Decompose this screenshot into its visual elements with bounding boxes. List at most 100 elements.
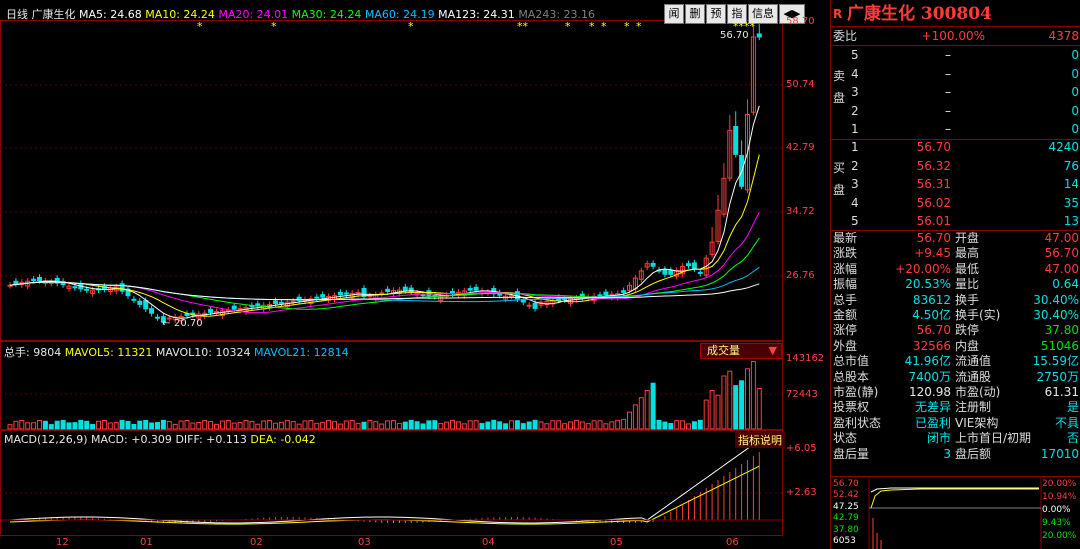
- signal-star: **: [517, 20, 528, 33]
- stat-value: 41.96亿: [904, 354, 951, 369]
- volume-indicator-dropdown[interactable]: 成交量 ▼: [700, 343, 782, 359]
- volume-bar: [385, 420, 391, 430]
- sell-price: –: [945, 48, 951, 62]
- stat-label: 内盘: [955, 338, 980, 353]
- volume-bar: [402, 421, 408, 430]
- stat-label: 总市值: [833, 354, 870, 369]
- sell-price: –: [945, 85, 951, 100]
- volume-bar: [733, 385, 739, 430]
- stat-value: 30.40%: [1033, 308, 1079, 322]
- volume-bar: [231, 422, 237, 430]
- stat-value: 已盈利: [914, 415, 951, 430]
- signal-star: *: [271, 20, 277, 33]
- buy-level-row[interactable]: 4 56.02 35: [831, 194, 1080, 212]
- sell-level-row[interactable]: 4 – 0: [831, 65, 1080, 83]
- mini-left-tick: 37.80: [833, 524, 859, 535]
- candle-body: [214, 311, 219, 314]
- buy-level-row[interactable]: 2 56.32 76: [831, 157, 1080, 175]
- macd-tick: +6.05: [786, 443, 817, 454]
- kline-chart-area[interactable]: 日线 广康生化 MA5: 24.68 MA10: 24.24 MA20: 24.…: [0, 0, 829, 549]
- volume-bar: [638, 397, 644, 430]
- price-tick: 50.74: [786, 79, 815, 90]
- volume-bar: [438, 422, 444, 430]
- stat-value: 51046: [1040, 338, 1079, 353]
- volume-bar: [314, 422, 320, 430]
- mini-right-tick: 0.00%: [1042, 505, 1071, 515]
- candle-body: [208, 308, 214, 313]
- weibi-diff: 4378: [1048, 29, 1079, 43]
- volume-bar: [544, 423, 550, 430]
- stat-row: 盘后量 3 盘后额 17010: [831, 447, 1080, 462]
- volume-bar: [509, 420, 514, 430]
- volume-bar: [101, 419, 107, 430]
- stat-label: 换手(实): [955, 308, 1001, 322]
- dea-value: DEA: -0.042: [250, 433, 316, 446]
- sell-level-row[interactable]: 2 – 0: [831, 102, 1080, 120]
- stat-label: 跌停: [955, 323, 980, 338]
- volume-bar: [674, 420, 680, 430]
- stat-label: 盈利状态: [833, 415, 882, 430]
- volume-bar: [178, 420, 184, 430]
- sell-level-row[interactable]: 5 – 0: [831, 46, 1080, 64]
- volume-bar: [450, 419, 455, 430]
- stat-label: 盘后量: [833, 446, 870, 461]
- volume-bar: [267, 420, 273, 430]
- volume-bar: [19, 419, 25, 430]
- quote-panel: R 广康生化 300804 委比 +100.00% 4378 卖盘 5–0 4–0…: [830, 0, 1080, 549]
- volume-bar: [721, 375, 727, 430]
- volume-bar: [125, 420, 131, 430]
- volume-bar: [143, 419, 149, 430]
- alert-button[interactable]: 预: [706, 4, 726, 24]
- stat-label: 市盈(静): [833, 385, 879, 399]
- macd-legend: MACD(12,26,9) MACD: +0.309 DIFF: +0.113 …: [4, 433, 316, 446]
- sell-level-row[interactable]: 3 – 0: [831, 83, 1080, 101]
- low-price-marker: 20.70: [174, 318, 203, 329]
- buy-volume: 4240: [1048, 140, 1079, 154]
- candle-body: [385, 288, 391, 292]
- volume-bar: [326, 419, 332, 430]
- volume-bar: [550, 420, 556, 430]
- buy-level-row[interactable]: 3 56.31 14: [831, 175, 1080, 193]
- intraday-mini-chart[interactable]: 56.70 52.42 47.25 42.79 37.80 6053 20.00% 10.9…: [831, 478, 1080, 549]
- volume-bar: [208, 421, 214, 430]
- volume-bar: [467, 420, 473, 430]
- volume-bar: [72, 422, 78, 430]
- candle-body: [143, 299, 149, 310]
- volume-bar: [414, 421, 420, 430]
- candle-body: [597, 294, 603, 297]
- stat-label: 总股本: [833, 369, 870, 384]
- volume-bar: [42, 420, 48, 430]
- candle-body: [509, 295, 514, 298]
- volume-bar: [396, 422, 402, 430]
- buy-level-row[interactable]: 1 56.70 4240: [831, 138, 1080, 156]
- volume-bar: [391, 420, 396, 430]
- candle-body: [691, 262, 697, 270]
- news-button[interactable]: 闻: [664, 4, 684, 24]
- volume-bar: [273, 422, 278, 430]
- volume-bar: [60, 419, 66, 430]
- volume-dropdown-label: 成交量: [707, 344, 740, 357]
- sell-level-row[interactable]: 1 – 0: [831, 120, 1080, 138]
- mini-right-tick: 20.00%: [1042, 479, 1077, 489]
- buy-level: 4: [851, 195, 859, 210]
- signal-star: *: [565, 20, 571, 33]
- delete-button[interactable]: 删: [685, 4, 705, 24]
- volume-bar: [568, 421, 573, 430]
- candle-body: [621, 290, 627, 293]
- stat-row: 涨停 56.70 跌停 37.80: [831, 323, 1080, 338]
- signal-star: *: [589, 20, 595, 33]
- candle-body: [72, 286, 78, 289]
- stat-label: 涨跌: [833, 246, 858, 261]
- stat-value: 56.70: [1044, 246, 1079, 261]
- stat-value: 20.53%: [905, 277, 951, 292]
- buy-price: 56.01: [916, 214, 951, 229]
- candle-body: [756, 33, 762, 38]
- chart-canvas[interactable]: [0, 0, 829, 549]
- buy-volume: 14: [1063, 177, 1079, 192]
- stat-label: 最高: [955, 246, 980, 261]
- indicator-help-button[interactable]: 指标说明: [735, 432, 785, 448]
- buy-level-row[interactable]: 5 56.01 13: [831, 212, 1080, 230]
- month-tick: 02: [250, 537, 263, 548]
- candle-body: [603, 291, 609, 296]
- volume-bar: [296, 423, 302, 430]
